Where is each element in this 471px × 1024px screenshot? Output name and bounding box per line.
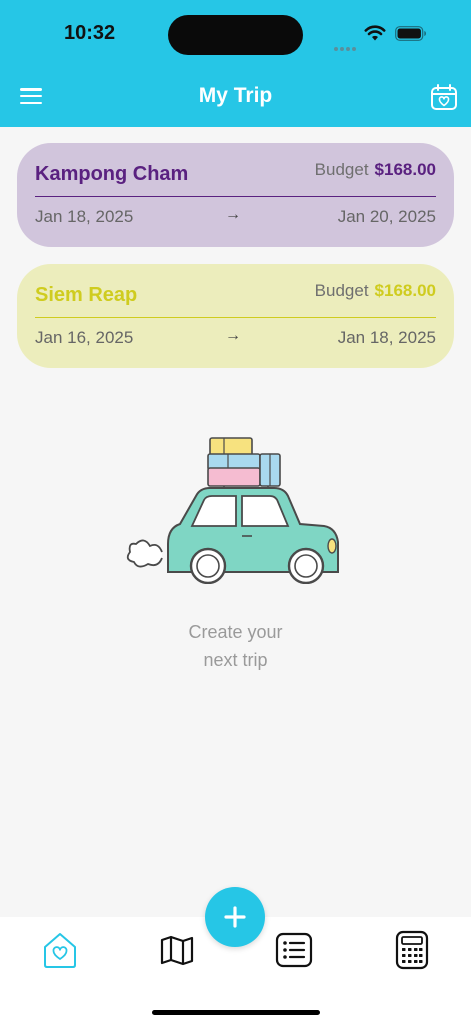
card-divider xyxy=(35,317,436,319)
budget-value: $168.00 xyxy=(374,281,436,300)
home-indicator xyxy=(152,1010,320,1015)
empty-state-line2: next trip xyxy=(203,650,268,670)
trip-end-date: Jan 18, 2025 xyxy=(337,328,436,347)
budget-label: Budget xyxy=(314,160,369,179)
trip-card-siem-reap[interactable]: Siem Reap Budget $168.00 Jan 16, 2025 → J… xyxy=(17,264,454,368)
page-title: My Trip xyxy=(198,84,273,107)
trip-start-date: Jan 18, 2025 xyxy=(35,207,134,226)
trip-card-kampong-cham[interactable]: Kampong Cham Budget $168.00 Jan 18, 2025 … xyxy=(17,143,454,247)
empty-state-message: Create your next trip xyxy=(0,618,471,674)
wifi-icon xyxy=(364,25,386,41)
status-time: 10:32 xyxy=(64,22,116,44)
arrow-right-icon: → xyxy=(225,206,241,223)
app-header: 10:32 My Trip xyxy=(0,0,471,127)
home-heart-icon[interactable] xyxy=(40,930,80,970)
trip-name: Kampong Cham xyxy=(35,163,189,185)
cellular-signal-icon xyxy=(334,38,358,56)
trip-budget: Budget $168.00 xyxy=(315,281,436,301)
calendar-heart-icon[interactable] xyxy=(430,83,458,111)
add-trip-button[interactable] xyxy=(205,887,265,947)
map-icon[interactable] xyxy=(157,930,197,970)
battery-icon xyxy=(395,26,426,41)
empty-state-line1: Create your xyxy=(188,622,283,642)
car-luggage-illustration xyxy=(126,437,339,584)
budget-label: Budget xyxy=(314,281,369,300)
trip-start-date: Jan 16, 2025 xyxy=(35,328,134,347)
trip-end-date: Jan 20, 2025 xyxy=(337,207,436,226)
trip-name: Siem Reap xyxy=(35,284,138,306)
dynamic-island xyxy=(168,15,303,55)
trip-budget: Budget $168.00 xyxy=(315,160,436,180)
card-divider xyxy=(35,196,436,198)
calculator-icon[interactable] xyxy=(392,930,432,970)
plus-icon xyxy=(224,906,246,928)
list-icon[interactable] xyxy=(274,930,314,970)
budget-value: $168.00 xyxy=(374,160,436,179)
arrow-right-icon: → xyxy=(225,327,241,344)
